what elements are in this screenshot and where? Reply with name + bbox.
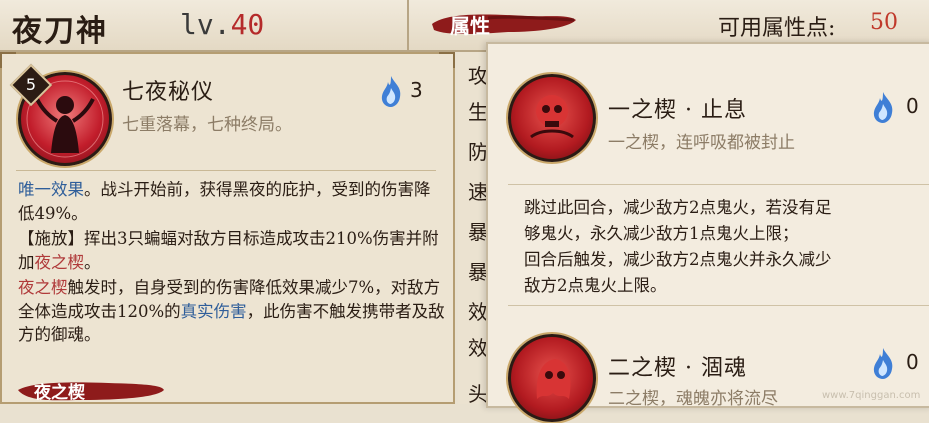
skill-subtitle: 七重落幕，七种终局。 — [122, 115, 292, 135]
effect-line: 敌方2点鬼火上限。 — [524, 276, 667, 295]
attribute-label: 效 — [468, 336, 488, 360]
keyword-unique-effect: 唯一效果 — [18, 180, 84, 199]
tab-night-wedge[interactable]: 夜之楔 — [16, 376, 166, 404]
wedge-1-subtitle: 一之楔，连呼吸都被封止 — [608, 133, 795, 153]
attribute-label: 防 — [468, 140, 488, 164]
header-divider — [407, 0, 409, 50]
desc-paragraph-3: 夜之楔触发时，自身受到的伤害降低效果减少7%，对敌方全体造成攻击120%的真实伤… — [18, 276, 446, 347]
wedge-2-cost: 0 — [906, 350, 919, 374]
desc-paragraph-2: 【施放】挥出3只蝙蝠对敌方目标造成攻击210%伤害并附加夜之楔。 — [18, 227, 446, 274]
blue-flame-icon — [873, 348, 893, 379]
keyword-night-wedge[interactable]: 夜之楔 — [18, 278, 68, 297]
panel-corner — [439, 52, 455, 68]
character-level: lv.40 — [180, 8, 264, 41]
attribute-label: 生 — [468, 100, 488, 124]
attribute-label: 攻 — [468, 64, 488, 88]
tab-attributes[interactable]: 属性 — [428, 4, 578, 44]
wedge-1-cost: 0 — [906, 94, 919, 118]
tab-attributes-label: 属性 — [450, 14, 490, 38]
red-skull-icon — [508, 74, 596, 162]
effect-line: 跳过此回合，减少敌方2点鬼火，若没有足 — [524, 198, 832, 217]
attribute-label: 暴 — [468, 260, 488, 284]
wedge-2-name: 二之楔 · 涸魂 — [608, 356, 747, 381]
available-points-value: 50 — [870, 10, 898, 35]
wedge-1-name: 一之楔 · 止息 — [608, 98, 747, 123]
skill-panel: 5 七夜秘仪 七重落幕，七种终局。 3 唯一效果。战斗开始前，获得黑夜的庇护，受… — [0, 52, 455, 404]
skill-level: 5 — [25, 75, 37, 94]
attribute-label: 速 — [468, 180, 488, 204]
level-value: 40 — [230, 8, 265, 41]
skill-name: 七夜秘仪 — [122, 80, 215, 105]
blue-flame-icon — [381, 76, 401, 107]
attribute-label: 头 — [468, 382, 488, 406]
desc-text: 。 — [84, 252, 101, 272]
skill-description: 唯一效果。战斗开始前，获得黑夜的庇护，受到的伤害降低49%。 【施放】挥出3只蝙… — [18, 178, 446, 349]
tab-night-wedge-label: 夜之楔 — [34, 383, 85, 403]
keyword-true-damage: 真实伤害 — [180, 301, 247, 321]
divider — [16, 170, 436, 171]
level-label: lv. — [180, 8, 231, 41]
wedge-1-effect: 跳过此回合，减少敌方2点鬼火，若没有足 够鬼火，永久减少敌方1点鬼火上限； 回合… — [508, 184, 929, 306]
available-points-label: 可用属性点: — [718, 16, 836, 41]
effect-line: 够鬼火，永久减少敌方1点鬼火上限； — [524, 224, 799, 243]
red-ghost-icon — [508, 334, 596, 422]
panel-corner — [0, 52, 16, 68]
keyword-night-wedge[interactable]: 夜之楔 — [35, 253, 85, 272]
blue-flame-icon — [873, 92, 893, 123]
attribute-list: 攻 生 防 速 暴 暴 效 效 头 — [458, 52, 488, 406]
attribute-label: 效 — [468, 300, 488, 324]
watermark: www.7qinggan.com — [822, 390, 921, 401]
wedge-detail-popup: 一之楔 · 止息 一之楔，连呼吸都被封止 0 跳过此回合，减少敌方2点鬼火，若没… — [486, 42, 929, 422]
skill-cost: 3 — [410, 78, 423, 102]
attribute-label: 暴 — [468, 220, 488, 244]
character-name: 夜刀神 — [12, 14, 108, 49]
wedge-2-subtitle: 二之楔，魂魄亦将流尽 — [608, 389, 778, 409]
desc-paragraph-1: 唯一效果。战斗开始前，获得黑夜的庇护，受到的伤害降低49%。 — [18, 178, 446, 225]
effect-line: 回合后触发，减少敌方2点鬼火并永久减少 — [524, 250, 832, 269]
